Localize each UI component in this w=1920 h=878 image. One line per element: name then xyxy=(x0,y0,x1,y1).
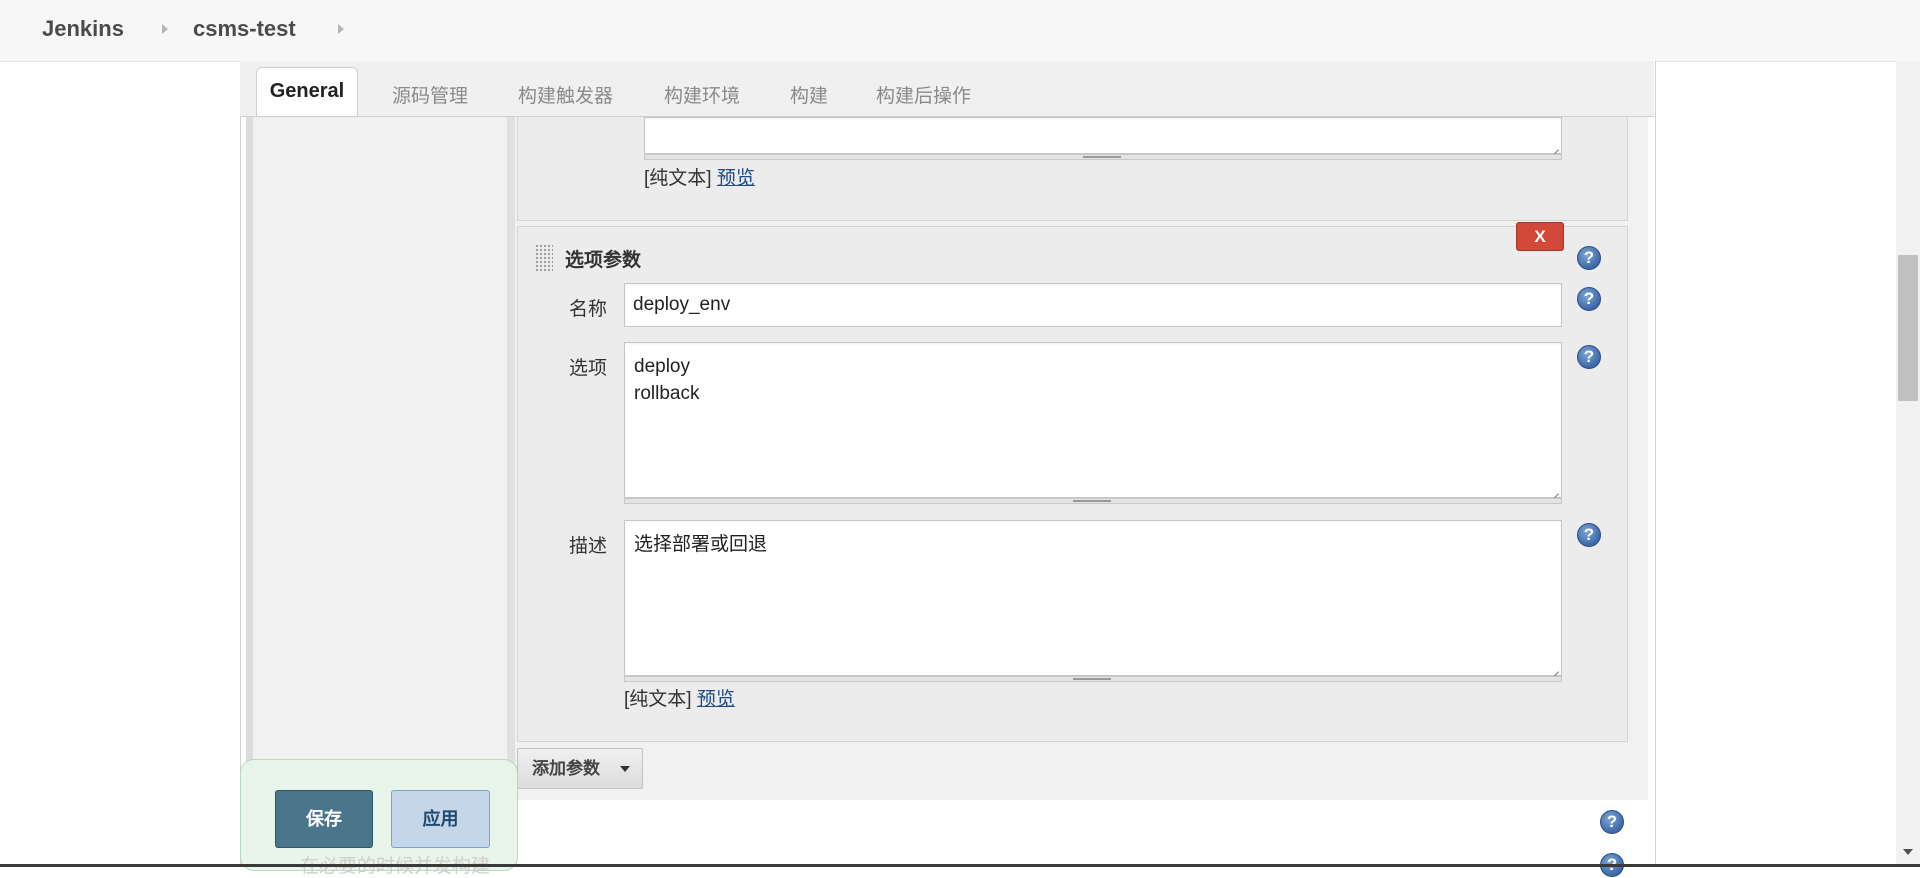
choices-textarea[interactable]: deploy rollback xyxy=(624,342,1562,498)
grip-lines-icon xyxy=(1073,500,1111,502)
help-icon[interactable]: ? xyxy=(1577,523,1601,547)
resize-corner-icon[interactable] xyxy=(1551,664,1560,673)
help-icon[interactable]: ? xyxy=(1600,810,1624,834)
scrollbar[interactable] xyxy=(1896,61,1920,867)
textarea-resize-handle[interactable] xyxy=(624,676,1562,682)
preview-link[interactable]: 预览 xyxy=(717,168,755,189)
textarea-resize-handle[interactable] xyxy=(644,154,1562,160)
previous-description-textarea[interactable] xyxy=(644,117,1562,154)
scroll-down-arrow-icon[interactable] xyxy=(1903,849,1913,855)
apply-button[interactable]: 应用 xyxy=(391,790,490,848)
breadcrumb: Jenkins csms-test xyxy=(0,0,1920,62)
tab-build-env[interactable]: 构建环境 xyxy=(664,81,740,108)
help-icon[interactable]: ? xyxy=(1577,287,1601,311)
grip-lines-icon xyxy=(1083,156,1121,158)
tab-build[interactable]: 构建 xyxy=(790,81,828,108)
next-section xyxy=(517,800,1653,867)
scrollbar-thumb[interactable] xyxy=(1898,255,1918,401)
description-format-note: [纯文本] 预览 xyxy=(624,684,735,711)
grip-lines-icon xyxy=(1073,678,1111,680)
breadcrumb-jenkins[interactable]: Jenkins xyxy=(42,16,124,42)
tab-scm[interactable]: 源码管理 xyxy=(392,81,468,108)
tab-general[interactable]: General xyxy=(256,67,358,116)
help-icon[interactable]: ? xyxy=(1577,345,1601,369)
help-icon[interactable]: ? xyxy=(1577,246,1601,270)
caret-down-icon xyxy=(620,766,630,772)
breadcrumb-chevron-icon[interactable] xyxy=(162,24,168,34)
previous-format-note: [纯文本] 预览 xyxy=(644,163,755,190)
description-label: 描述 xyxy=(569,536,608,557)
drag-handle-icon[interactable] xyxy=(535,244,553,272)
preview-link[interactable]: 预览 xyxy=(697,689,735,710)
plain-text-label: [纯文本] xyxy=(644,168,712,189)
save-button[interactable]: 保存 xyxy=(275,790,373,848)
delete-parameter-button[interactable]: X xyxy=(1516,222,1564,251)
label-column xyxy=(246,117,508,867)
add-parameter-label: 添加参数 xyxy=(532,759,600,778)
name-label: 名称 xyxy=(569,299,608,320)
column-divider xyxy=(507,117,515,867)
config-tab-bar: 源码管理 构建触发器 构建环境 构建 构建后操作 xyxy=(240,61,1654,117)
description-textarea[interactable]: 选择部署或回退 xyxy=(624,520,1562,676)
name-input[interactable]: deploy_env xyxy=(624,283,1562,327)
breadcrumb-project[interactable]: csms-test xyxy=(193,16,296,42)
resize-corner-icon[interactable] xyxy=(1551,142,1560,151)
plain-text-label: [纯文本] xyxy=(624,689,692,710)
resize-corner-icon[interactable] xyxy=(1551,486,1560,495)
tab-triggers[interactable]: 构建触发器 xyxy=(518,81,613,108)
tab-post-build[interactable]: 构建后操作 xyxy=(876,81,971,108)
parameter-type-title: 选项参数 xyxy=(565,250,642,271)
choices-label: 选项 xyxy=(569,358,608,379)
breadcrumb-chevron-icon[interactable] xyxy=(338,24,344,34)
textarea-resize-handle[interactable] xyxy=(624,498,1562,504)
add-parameter-button[interactable]: 添加参数 xyxy=(517,748,643,789)
